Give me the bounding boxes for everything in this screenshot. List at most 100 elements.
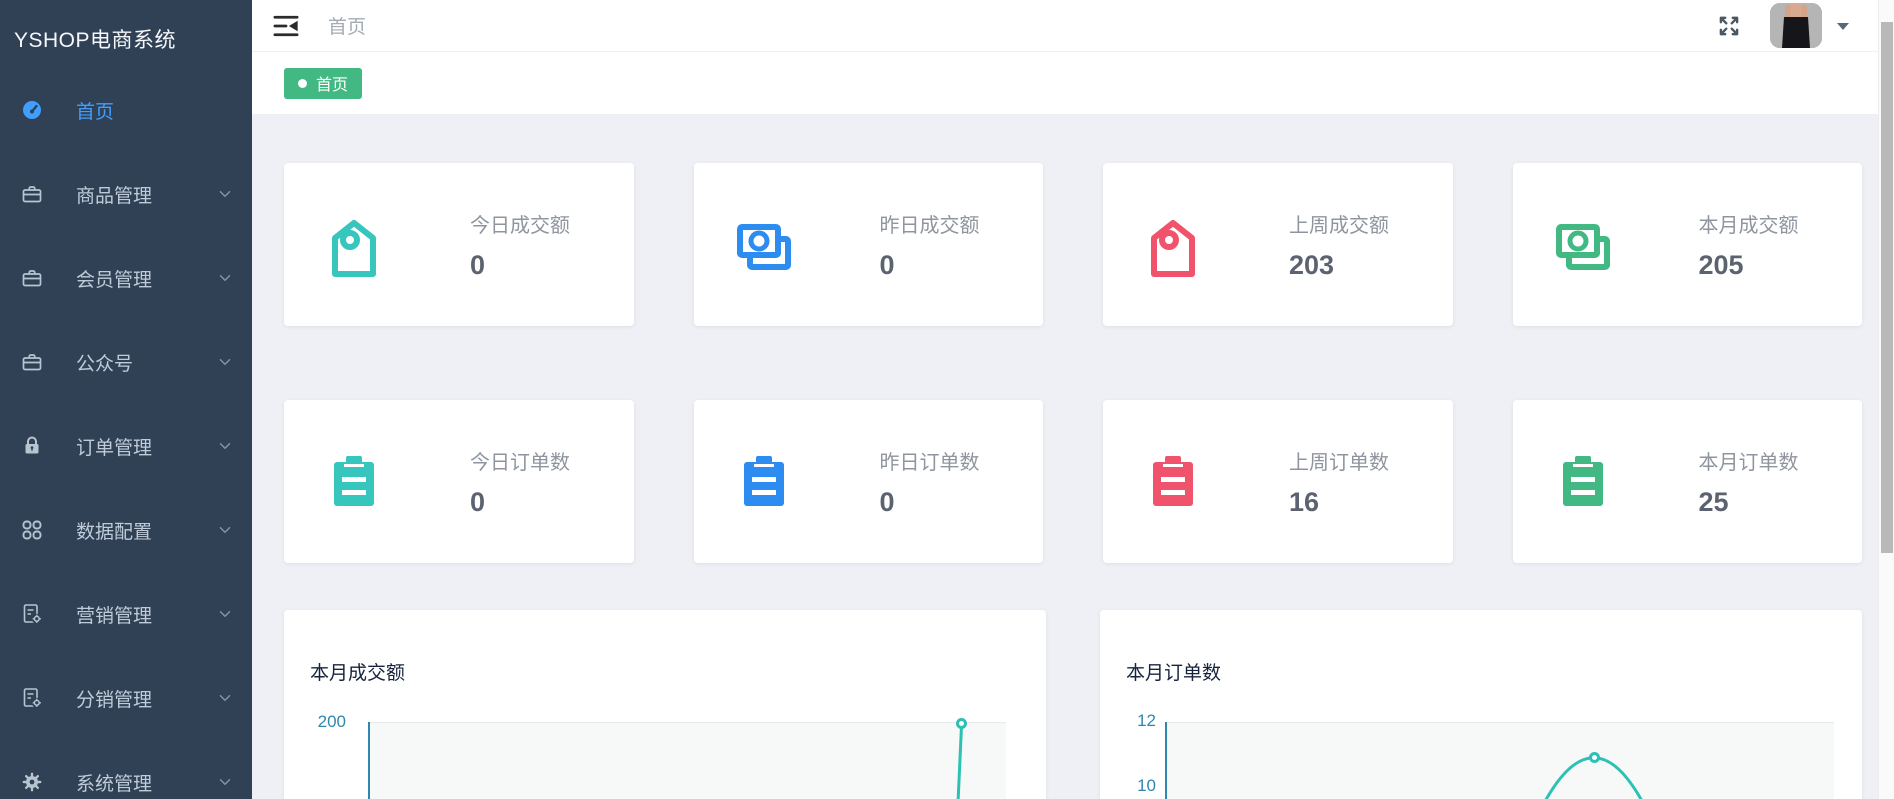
stat-card-month-orders: 本月订单数 25 — [1513, 400, 1863, 563]
sidebar-item-home[interactable]: 首页 — [0, 68, 252, 152]
sidebar-item-system[interactable]: 系统管理 — [0, 740, 252, 799]
stat-card-today-turnover: 今日成交额 0 — [284, 163, 634, 326]
sidebar-item-label: 会员管理 — [76, 265, 152, 292]
sidebar-item-marketing[interactable]: 营销管理 — [0, 572, 252, 656]
briefcase-icon — [20, 350, 44, 374]
sidebar-menu: 首页 商品管理 会员管理 — [0, 68, 252, 799]
stat-cards-grid: 今日成交额 0 昨日成交额 0 — [284, 163, 1862, 563]
stat-label: 昨日成交额 — [880, 209, 980, 238]
app-root: YSHOP电商系统 首页 商品管理 — [0, 0, 1894, 799]
chart-title: 本月订单数 — [1126, 658, 1221, 685]
lock-icon — [20, 434, 44, 458]
y-axis-tick: 10 — [1116, 776, 1156, 796]
sidebar-item-members[interactable]: 会员管理 — [0, 236, 252, 320]
stat-card-yesterday-turnover: 昨日成交额 0 — [694, 163, 1044, 326]
sidebar-item-label: 数据配置 — [76, 517, 152, 544]
stat-label: 本月订单数 — [1699, 446, 1799, 475]
sidebar-item-distribution[interactable]: 分销管理 — [0, 656, 252, 740]
clipboard-icon — [1551, 450, 1615, 514]
doc-gear-icon — [20, 602, 44, 626]
app-title: YSHOP电商系统 — [0, 0, 252, 68]
sidebar-item-label: 系统管理 — [76, 769, 152, 796]
plot-area — [1167, 723, 1834, 799]
stat-label: 上周成交额 — [1289, 209, 1389, 238]
stat-value: 0 — [470, 250, 570, 281]
line-series — [370, 723, 1006, 799]
chart-month-orders: 本月订单数 12 10 — [1100, 610, 1862, 799]
scrollbar-track[interactable] — [1878, 0, 1894, 799]
tag-active-dot — [298, 79, 307, 88]
sidebar-item-official-account[interactable]: 公众号 — [0, 320, 252, 404]
sidebar-item-label: 营销管理 — [76, 601, 152, 628]
data-point-marker[interactable] — [1589, 752, 1600, 763]
topbar-right — [1716, 3, 1850, 48]
briefcase-icon — [20, 266, 44, 290]
chevron-down-icon — [216, 773, 234, 791]
stat-card-lastweek-orders: 上周订单数 16 — [1103, 400, 1453, 563]
tag-home[interactable]: 首页 — [284, 68, 362, 99]
stat-value: 25 — [1699, 487, 1799, 518]
clipboard-icon — [1141, 450, 1205, 514]
sidebar: YSHOP电商系统 首页 商品管理 — [0, 0, 252, 799]
tag-icon — [322, 213, 386, 277]
chevron-down-icon — [216, 437, 234, 455]
doc-gear-icon — [20, 686, 44, 710]
stat-label: 今日成交额 — [470, 209, 570, 238]
chart-title: 本月成交额 — [310, 658, 405, 685]
clipboard-icon — [322, 450, 386, 514]
sidebar-item-label: 订单管理 — [76, 433, 152, 460]
scrollbar-thumb[interactable] — [1881, 22, 1893, 553]
dashboard-icon — [20, 98, 44, 122]
chart-month-turnover: 本月成交额 200 — [284, 610, 1046, 799]
money-icon — [732, 213, 796, 277]
stat-label: 今日订单数 — [470, 446, 570, 475]
line-series — [1167, 723, 1834, 799]
sidebar-item-data-config[interactable]: 数据配置 — [0, 488, 252, 572]
stat-label: 本月成交额 — [1699, 209, 1799, 238]
dashboard-content: 今日成交额 0 昨日成交额 0 — [252, 115, 1894, 799]
stat-value: 203 — [1289, 250, 1389, 281]
avatar[interactable] — [1770, 3, 1822, 48]
topbar: 首页 — [252, 0, 1894, 52]
sidebar-item-goods[interactable]: 商品管理 — [0, 152, 252, 236]
y-axis-tick: 12 — [1116, 711, 1156, 731]
breadcrumb[interactable]: 首页 — [328, 12, 366, 39]
stat-value: 0 — [880, 250, 980, 281]
y-axis-tick: 200 — [304, 712, 346, 732]
chevron-down-icon — [216, 689, 234, 707]
chevron-down-icon — [216, 605, 234, 623]
briefcase-icon — [20, 182, 44, 206]
stat-card-lastweek-turnover: 上周成交额 203 — [1103, 163, 1453, 326]
tagbar: 首页 — [252, 52, 1894, 115]
charts-row: 本月成交额 200 本月订单数 12 10 — [284, 610, 1862, 799]
stat-label: 昨日订单数 — [880, 446, 980, 475]
money-icon — [1551, 213, 1615, 277]
chevron-down-icon — [216, 521, 234, 539]
sidebar-item-label: 首页 — [76, 97, 114, 124]
chevron-down-icon — [216, 269, 234, 287]
stat-card-today-orders: 今日订单数 0 — [284, 400, 634, 563]
stat-card-yesterday-orders: 昨日订单数 0 — [694, 400, 1044, 563]
fullscreen-icon[interactable] — [1716, 13, 1742, 39]
clipboard-icon — [732, 450, 796, 514]
main-area: 首页 首页 — [252, 0, 1894, 799]
sidebar-collapse-button[interactable] — [272, 12, 300, 40]
grid-icon — [20, 518, 44, 542]
sidebar-item-orders[interactable]: 订单管理 — [0, 404, 252, 488]
sidebar-item-label: 公众号 — [76, 349, 133, 376]
chevron-down-icon — [216, 185, 234, 203]
stat-label: 上周订单数 — [1289, 446, 1389, 475]
caret-down-icon[interactable] — [1836, 21, 1850, 31]
stat-value: 0 — [470, 487, 570, 518]
gear-icon — [20, 770, 44, 794]
stat-card-month-turnover: 本月成交额 205 — [1513, 163, 1863, 326]
stat-value: 205 — [1699, 250, 1799, 281]
stat-value: 0 — [880, 487, 980, 518]
sidebar-item-label: 分销管理 — [76, 685, 152, 712]
tag-icon — [1141, 213, 1205, 277]
chevron-down-icon — [216, 353, 234, 371]
sidebar-item-label: 商品管理 — [76, 181, 152, 208]
tag-label: 首页 — [316, 71, 348, 95]
stat-value: 16 — [1289, 487, 1389, 518]
plot-area — [370, 723, 1006, 799]
